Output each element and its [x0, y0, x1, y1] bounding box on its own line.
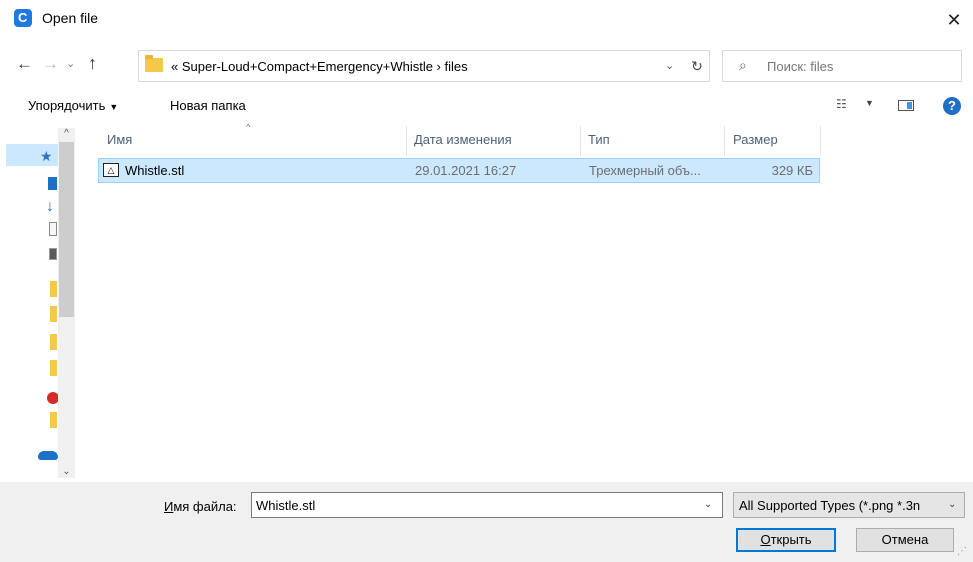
cancel-button[interactable]: Отмена [856, 528, 954, 552]
filename-label-accesskey: И [164, 499, 174, 514]
scroll-up-icon[interactable]: ^ [60, 128, 73, 139]
filename-label-text: мя файла: [173, 499, 237, 514]
file-type-filter-select[interactable]: All Supported Types (*.png *.3n ⌄ [733, 492, 965, 518]
file-row[interactable]: △ Whistle.stl 29.01.2021 16:27 Трехмерны… [98, 158, 820, 183]
column-header-type[interactable]: Тип [588, 132, 610, 147]
resize-grip-icon[interactable]: ⋰ [957, 546, 967, 557]
folder-icon[interactable] [50, 334, 57, 350]
folder-icon[interactable] [50, 281, 57, 297]
forward-arrow-icon[interactable]: → [42, 54, 62, 74]
organize-button[interactable]: Упорядочить ▼ [28, 98, 118, 113]
help-icon[interactable]: ? [943, 97, 961, 115]
pictures-icon[interactable] [49, 248, 57, 260]
file-date: 29.01.2021 16:27 [415, 163, 517, 178]
column-header-name[interactable]: Имя [107, 132, 132, 147]
filename-input[interactable] [256, 497, 686, 513]
filename-label: Имя файла: [164, 499, 237, 514]
file-type-filter-value: All Supported Types (*.png *.3n [739, 498, 921, 513]
scrollbar-thumb[interactable] [59, 142, 74, 317]
column-divider[interactable] [820, 126, 821, 156]
file-size: 329 КБ [771, 163, 813, 178]
column-header-date[interactable]: Дата изменения [414, 132, 512, 147]
app-logo-letter: C [18, 10, 28, 25]
download-icon[interactable]: ↓ [46, 198, 54, 216]
title-bar [0, 0, 973, 44]
search-input[interactable] [767, 57, 947, 75]
recent-locations-chevron-icon[interactable]: ⌄ [66, 56, 82, 72]
toolbar: Упорядочить ▼ Новая папка ☷ ▼ ? [0, 92, 973, 120]
file-type: Трехмерный объ... [589, 163, 701, 178]
up-arrow-icon[interactable]: ↑ [88, 53, 108, 73]
document-icon[interactable] [49, 222, 57, 236]
column-divider[interactable] [580, 126, 581, 156]
caret-down-icon: ▼ [109, 102, 119, 112]
onedrive-cloud-icon[interactable] [38, 451, 58, 460]
folder-icon [145, 55, 163, 72]
close-button[interactable]: ✕ [940, 6, 968, 34]
new-folder-button[interactable]: Новая папка [170, 98, 246, 113]
preview-pane-icon[interactable] [898, 100, 914, 111]
scroll-down-icon[interactable]: ⌄ [60, 466, 73, 477]
pin-icon: ★ [40, 148, 53, 164]
organize-label: Упорядочить [28, 98, 106, 113]
folder-icon[interactable] [50, 360, 57, 376]
caret-down-icon[interactable]: ▼ [865, 98, 874, 108]
3d-object-icon: △ [103, 163, 119, 177]
chevron-down-icon[interactable]: ⌄ [704, 499, 712, 510]
search-icon: ⌕ [739, 57, 747, 73]
window-title: Open file [42, 10, 99, 26]
app-logo-icon: C [14, 9, 32, 27]
search-box[interactable]: ⌕ [722, 50, 962, 82]
open-label-text: ткрыть [770, 532, 812, 547]
sort-ascending-icon: ^ [246, 122, 251, 132]
file-name: Whistle.stl [125, 163, 185, 178]
chevron-down-icon[interactable]: ⌄ [948, 499, 956, 510]
column-header-size[interactable]: Размер [733, 132, 778, 147]
column-divider[interactable] [406, 126, 407, 156]
desktop-icon[interactable] [48, 177, 57, 190]
chevron-down-icon[interactable]: ⌄ [665, 59, 674, 72]
view-options-icon[interactable]: ☷ [836, 97, 847, 111]
open-label-accesskey: О [760, 532, 771, 547]
breadcrumb[interactable]: « Super-Loud+Compact+Emergency+Whistle ›… [171, 59, 468, 74]
filename-field[interactable]: ⌄ [251, 492, 723, 518]
back-arrow-icon[interactable]: ← [16, 54, 36, 74]
folder-icon[interactable] [50, 412, 57, 428]
open-button[interactable]: Открыть [736, 528, 836, 552]
column-divider[interactable] [724, 126, 725, 156]
address-bar[interactable]: « Super-Loud+Compact+Emergency+Whistle ›… [138, 50, 710, 82]
refresh-icon[interactable]: ↻ [687, 56, 707, 76]
folder-icon[interactable] [50, 306, 57, 322]
